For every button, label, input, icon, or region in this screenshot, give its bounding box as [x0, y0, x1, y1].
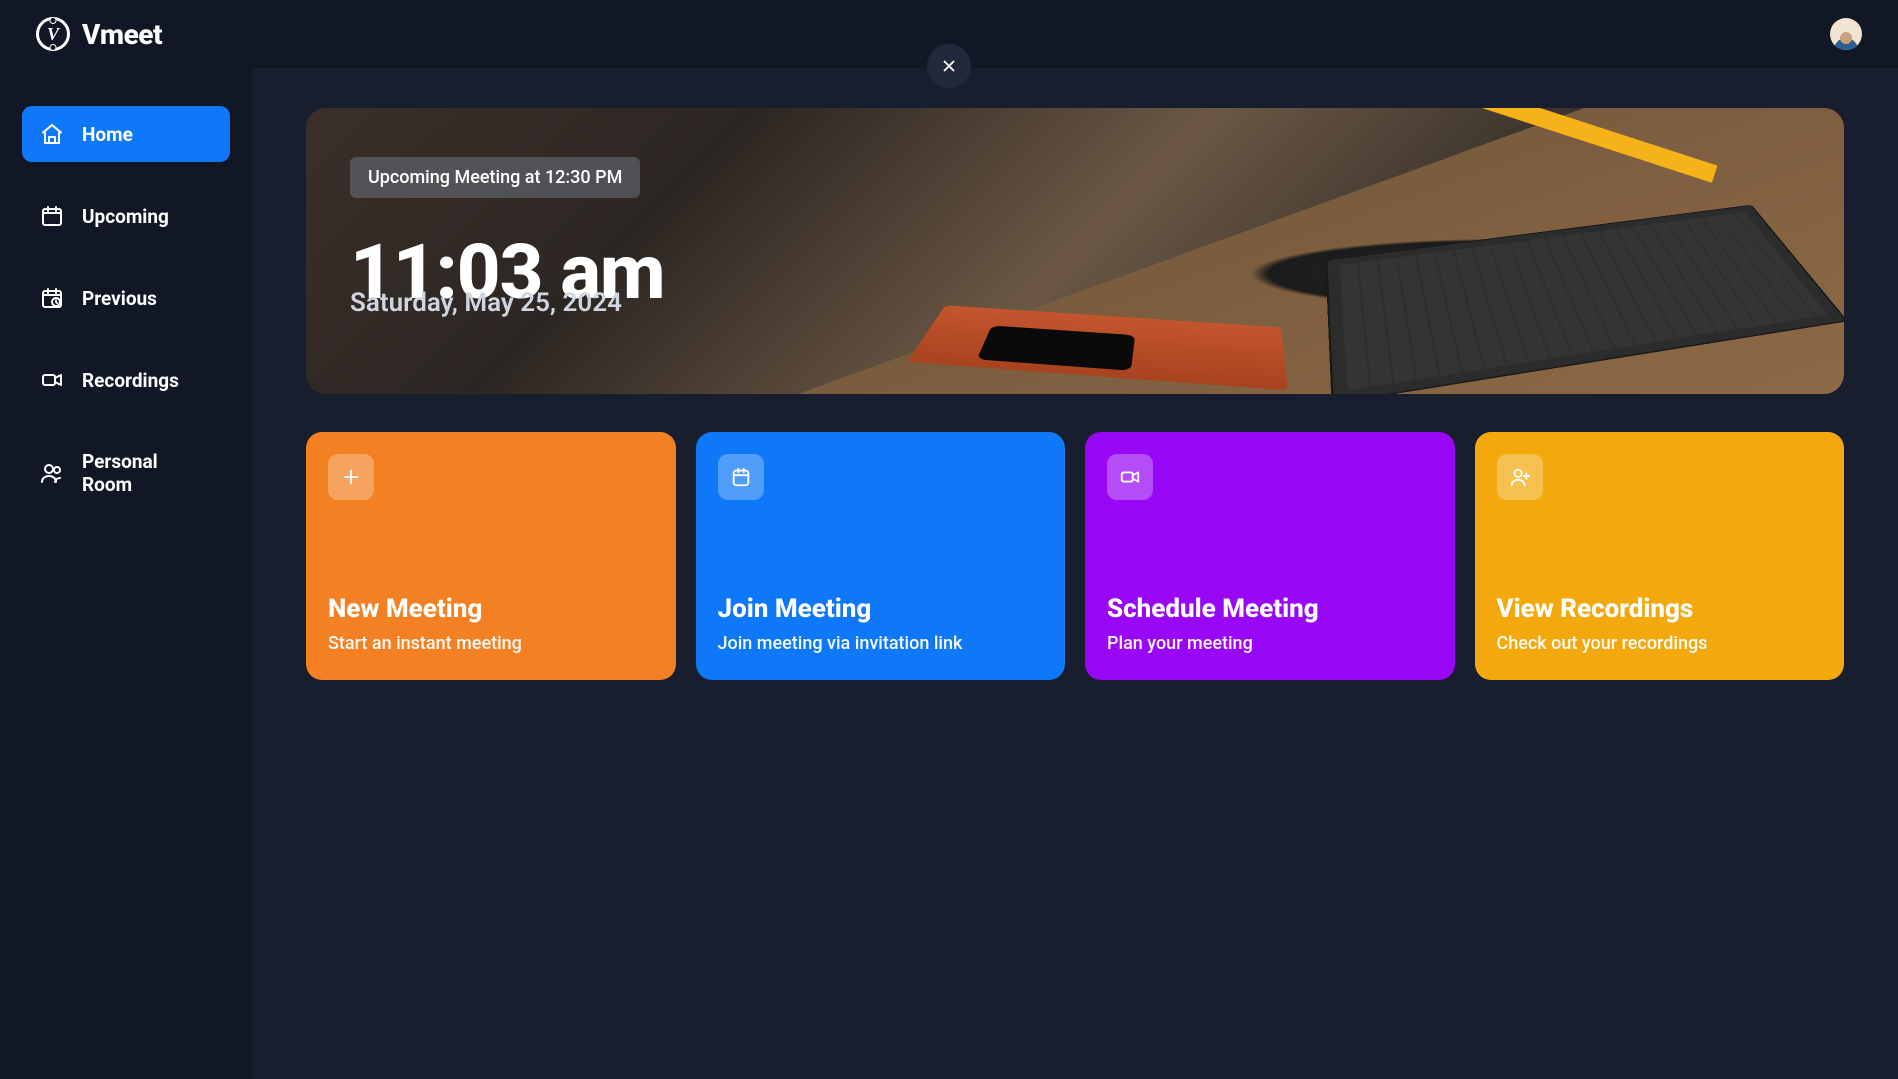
sidebar-item-home[interactable]: Home	[22, 106, 230, 162]
card-subtitle: Check out your recordings	[1497, 632, 1823, 656]
plus-icon	[328, 454, 374, 500]
card-new-meeting[interactable]: New Meeting Start an instant meeting	[306, 432, 676, 680]
hero-banner: Upcoming Meeting at 12:30 PM 11:03 am Sa…	[306, 108, 1844, 394]
sidebar-item-recordings[interactable]: Recordings	[22, 352, 230, 408]
card-title: Schedule Meeting	[1107, 594, 1433, 624]
card-title: Join Meeting	[718, 594, 1044, 624]
sidebar-item-previous[interactable]: Previous	[22, 270, 230, 326]
calendar-icon	[718, 454, 764, 500]
users-icon	[40, 461, 64, 485]
card-join-meeting[interactable]: Join Meeting Join meeting via invitation…	[696, 432, 1066, 680]
main-content: Upcoming Meeting at 12:30 PM 11:03 am Sa…	[252, 68, 1898, 1079]
sidebar-item-label: Upcoming	[82, 205, 169, 228]
card-view-recordings[interactable]: View Recordings Check out your recording…	[1475, 432, 1845, 680]
sidebar-item-label: Home	[82, 123, 133, 146]
card-subtitle: Join meeting via invitation link	[718, 632, 1044, 656]
calendar-clock-icon	[40, 286, 64, 310]
sidebar-item-personal-room[interactable]: Personal Room	[22, 434, 230, 512]
card-title: New Meeting	[328, 594, 654, 624]
calendar-icon	[40, 204, 64, 228]
home-icon	[40, 122, 64, 146]
video-icon	[1107, 454, 1153, 500]
logo-icon: V	[36, 17, 70, 51]
brand[interactable]: V Vmeet	[36, 17, 162, 51]
close-button[interactable]	[927, 44, 971, 88]
upcoming-meeting-pill: Upcoming Meeting at 12:30 PM	[350, 157, 640, 198]
card-title: View Recordings	[1497, 594, 1823, 624]
sidebar-item-label: Recordings	[82, 369, 179, 392]
video-icon	[40, 368, 64, 392]
close-icon	[939, 56, 959, 76]
sidebar: Home Upcoming Previous Recordings Person…	[0, 68, 252, 1079]
card-subtitle: Start an instant meeting	[328, 632, 654, 656]
card-schedule-meeting[interactable]: Schedule Meeting Plan your meeting	[1085, 432, 1455, 680]
logo-letter: V	[47, 24, 59, 45]
brand-wordmark: Vmeet	[82, 18, 162, 51]
action-cards: New Meeting Start an instant meeting Joi…	[306, 432, 1844, 680]
hero-date: Saturday, May 25, 2024	[350, 288, 1800, 318]
sidebar-item-label: Personal Room	[82, 450, 212, 496]
user-plus-icon	[1497, 454, 1543, 500]
sidebar-item-label: Previous	[82, 287, 157, 310]
sidebar-item-upcoming[interactable]: Upcoming	[22, 188, 230, 244]
card-subtitle: Plan your meeting	[1107, 632, 1433, 656]
user-avatar[interactable]	[1830, 18, 1862, 50]
